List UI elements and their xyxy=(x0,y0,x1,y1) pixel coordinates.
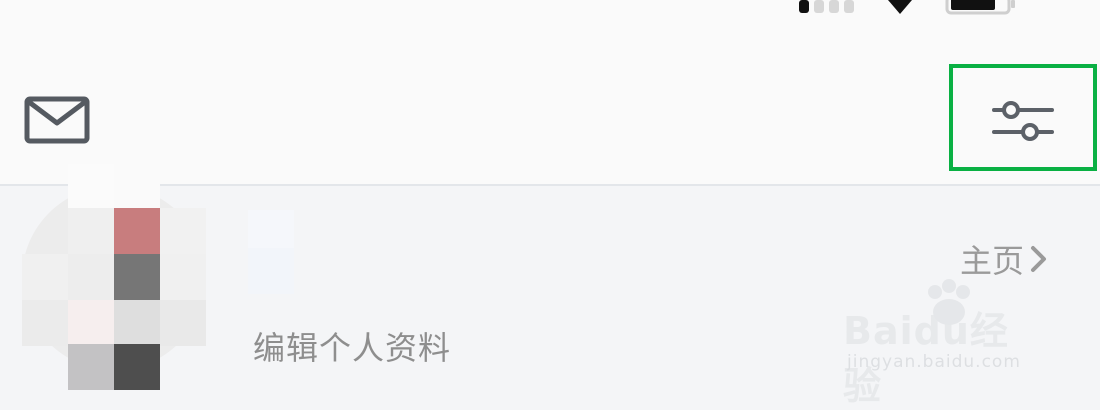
mail-icon[interactable] xyxy=(24,96,90,144)
username-placeholder xyxy=(248,248,294,294)
chevron-right-icon xyxy=(1031,246,1047,272)
edit-profile-link[interactable]: 编辑个人资料 xyxy=(253,323,451,369)
avatar[interactable] xyxy=(22,164,206,390)
homepage-link[interactable]: 主页 xyxy=(960,236,1048,282)
username-placeholder xyxy=(248,210,294,248)
status-bar xyxy=(0,0,1100,40)
battery-icon xyxy=(945,0,1015,15)
settings-highlight xyxy=(949,64,1097,171)
baidu-watermark: Baidu经验 jingyan.baidu.com xyxy=(843,279,1043,408)
homepage-label: 主页 xyxy=(960,242,1025,280)
signal-bars-icon xyxy=(799,0,855,13)
paw-icon xyxy=(928,279,970,325)
watermark-url: jingyan.baidu.com xyxy=(847,352,1021,372)
sliders-icon[interactable] xyxy=(992,98,1054,142)
wifi-icon xyxy=(888,0,912,14)
